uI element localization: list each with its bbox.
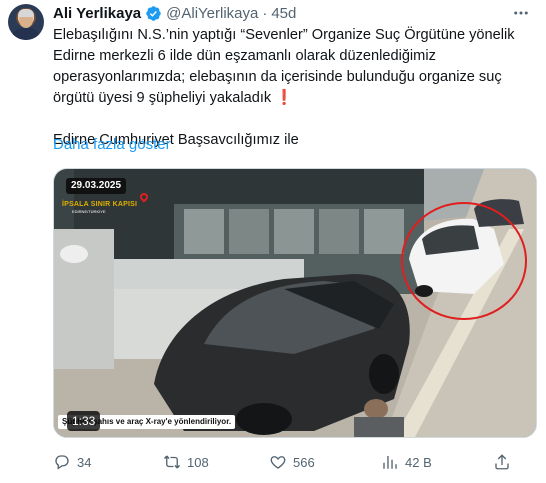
post-time[interactable]: 45d [271,5,296,22]
separator-dot: · [262,4,268,22]
video-location: İPSALA SINIR KAPISI [62,201,138,208]
tweet-line: Edirne merkezli 6 ilde dün eşzamanlı ola… [53,48,436,64]
tweet[interactable]: Ali Yerlikaya @AliYerlikaya · 45d Elebaş… [0,0,546,483]
author-name[interactable]: Ali Yerlikaya [53,5,141,22]
like-count: 566 [293,454,315,470]
video-player[interactable]: 29.03.2025 İPSALA SINIR KAPISI EDİRNE/TÜ… [53,168,537,438]
repost-icon [163,455,181,469]
heart-icon [270,456,286,469]
view-count: 42 B [405,454,432,470]
avatar-hair [18,9,34,17]
tweet-line: operasyonlarımızda; elebaşının da içeris… [53,69,502,85]
tweet-line-text: örgütü üyesi 9 şüpheliyi yakaladık [53,90,272,106]
share-button[interactable] [493,452,517,472]
like-button[interactable]: 566 [269,452,315,472]
views-button[interactable]: 42 B [381,452,432,472]
tweet-line: Elebaşılığını N.S.’nin yaptığı “Sevenler… [53,27,515,43]
verified-badge-icon [146,5,161,21]
more-dots-icon[interactable] [510,2,532,24]
show-more-link[interactable]: Daha fazla göster [53,136,171,153]
avatar[interactable] [8,4,44,40]
tweet-actions: 34 108 566 42 B [53,452,537,472]
video-date-badge: 29.03.2025 [66,178,127,194]
reply-count: 34 [77,454,92,470]
views-bar-chart-icon [383,456,397,469]
tweet-header: Ali Yerlikaya @AliYerlikaya · 45d [53,3,296,23]
share-icon [495,454,509,470]
repost-button[interactable]: 108 [163,452,209,472]
avatar-suit [11,28,41,40]
tweet-text: Elebaşılığını N.S.’nin yaptığı “Sevenler… [53,25,523,151]
reply-button[interactable]: 34 [53,452,91,472]
author-handle[interactable]: @AliYerlikaya [166,5,258,22]
repost-count: 108 [187,454,209,470]
exclamation-emoji: ❗ [275,90,294,106]
reply-icon [55,455,69,470]
video-frame [54,169,536,437]
video-location-sub: EDİRNE/TÜRKİYE [72,209,106,214]
video-duration: 1:33 [67,411,101,431]
tweet-line: örgütü üyesi 9 şüpheliyi yakaladık ❗ [53,88,523,109]
